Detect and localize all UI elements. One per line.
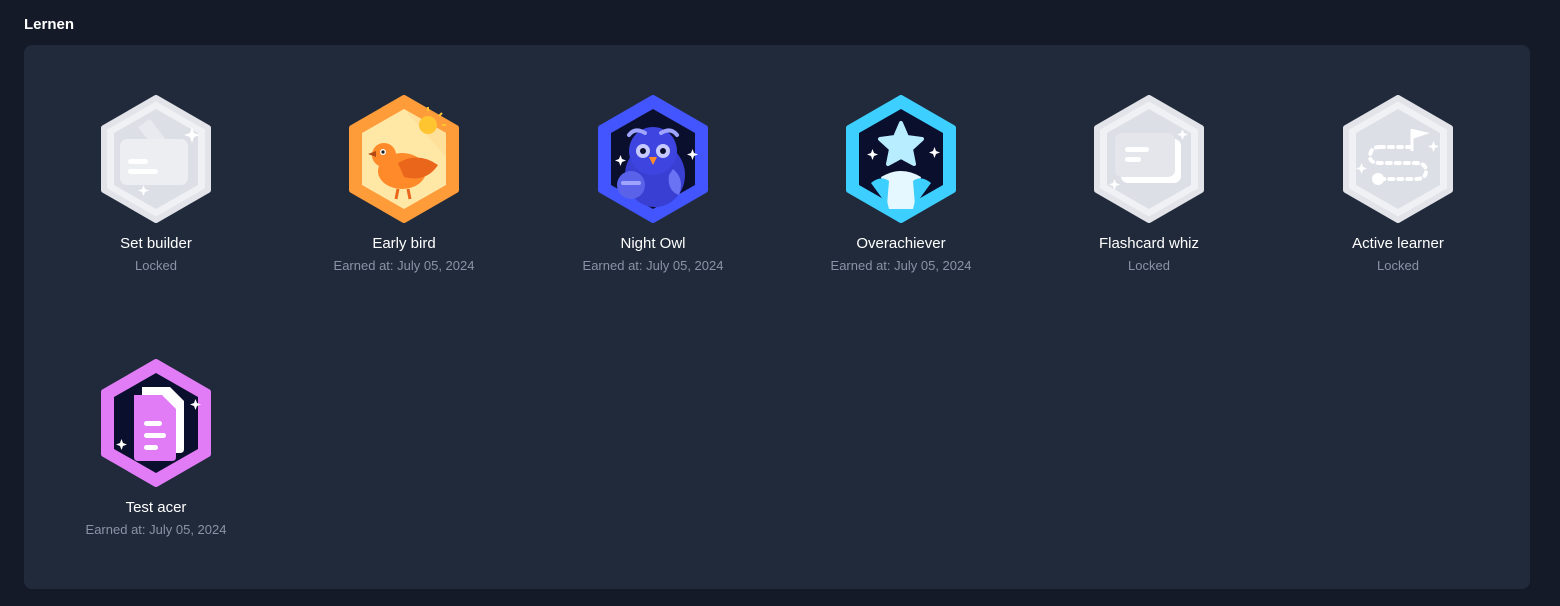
badge-name: Early bird — [372, 235, 436, 252]
badge-night-owl[interactable]: Night Owl Earned at: July 05, 2024 — [529, 95, 777, 274]
badge-active-learner[interactable]: Active learner Locked — [1274, 95, 1522, 274]
flashcard-whiz-icon — [1094, 95, 1204, 223]
badge-test-acer[interactable]: Test acer Earned at: July 05, 2024 — [32, 359, 280, 538]
badges-panel: Set builder Locked Early bird Earned at:… — [24, 45, 1530, 589]
badge-early-bird[interactable]: Early bird Earned at: July 05, 2024 — [280, 95, 528, 274]
badge-name: Flashcard whiz — [1098, 235, 1200, 252]
active-learner-icon — [1343, 95, 1453, 223]
badge-status: Earned at: July 05, 2024 — [333, 258, 475, 273]
badge-flashcard-whiz[interactable]: Flashcard whiz Locked — [1025, 95, 1273, 274]
badge-status: Locked — [1377, 258, 1419, 273]
night-owl-icon — [598, 95, 708, 223]
set-builder-icon — [101, 95, 211, 223]
test-acer-icon — [101, 359, 211, 487]
section-title: Lernen — [24, 16, 75, 33]
badge-overachiever[interactable]: Overachiever Earned at: July 05, 2024 — [777, 95, 1025, 274]
badge-name: Test acer — [125, 499, 187, 516]
badge-status: Earned at: July 05, 2024 — [830, 258, 972, 273]
badge-name: Set builder — [120, 235, 192, 252]
badge-name: Overachiever — [856, 235, 946, 252]
badge-status: Earned at: July 05, 2024 — [85, 522, 227, 537]
overachiever-icon — [846, 95, 956, 223]
badge-set-builder[interactable]: Set builder Locked — [32, 95, 280, 274]
badge-name: Night Owl — [620, 235, 686, 252]
badge-status: Earned at: July 05, 2024 — [582, 258, 724, 273]
early-bird-icon — [349, 95, 459, 223]
badge-status: Locked — [135, 258, 177, 273]
badge-name: Active learner — [1352, 235, 1444, 252]
badge-status: Locked — [1128, 258, 1170, 273]
